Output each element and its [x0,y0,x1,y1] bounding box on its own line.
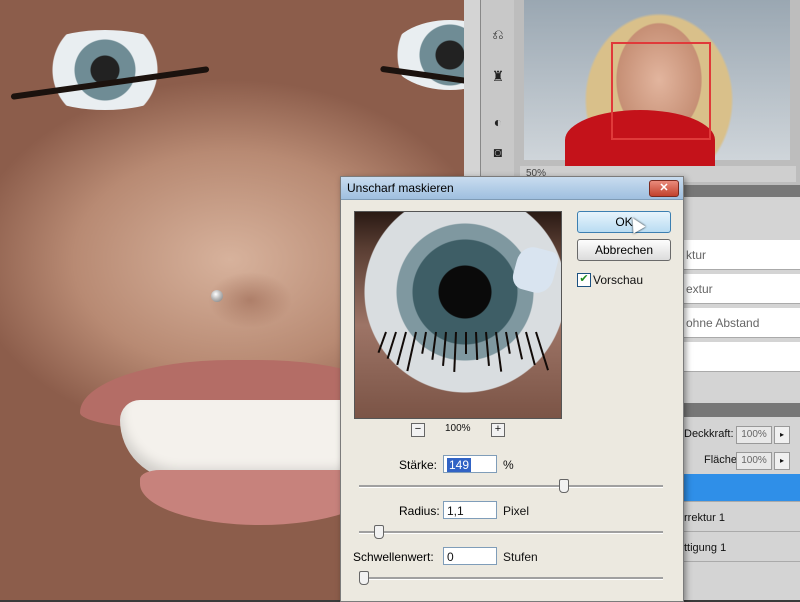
preview-eyelash [485,331,490,366]
burn-tool-icon[interactable]: ◐ [488,112,508,132]
preview-eye-highlight [509,243,561,297]
preview-eyelash [495,331,503,372]
fill-label: Fläche: [704,454,741,466]
preview-zoom-label: 100% [445,423,471,434]
dialog-titlebar[interactable]: Unscharf maskieren ✕ [341,177,683,200]
preview-eyelash [505,331,511,354]
opacity-label: Deckkraft: [684,428,734,440]
preview-eyelash [515,331,524,360]
navigator-view-frame[interactable] [611,42,711,140]
photo-nose-stud [211,290,223,302]
stamp-tool-icon[interactable]: ♜ [488,66,508,86]
opacity-field[interactable]: 100% [736,426,772,444]
photo-eye-left [20,30,190,110]
dialog-title: Unscharf maskieren [347,181,454,195]
amount-unit: % [503,458,514,472]
filter-preview-image[interactable] [354,211,562,419]
preview-eyelash [453,331,457,373]
quickmask-icon[interactable]: ◙ [488,142,508,162]
radius-unit: Pixel [503,504,530,518]
history-item[interactable]: ktur [682,240,800,270]
radius-label: Radius: [399,504,440,518]
history-item[interactable]: ohne Abstand [682,308,800,338]
threshold-slider[interactable] [359,571,663,585]
radius-slider-thumb[interactable] [374,525,384,539]
zoom-in-icon[interactable]: + [491,423,505,437]
layer-row[interactable]: rrektur 1 [682,504,800,532]
cancel-button[interactable]: Abbrechen [577,239,671,261]
preview-eyelash [535,331,549,371]
tool-strip: ⎌ ♜ ◐ ◙ [480,0,516,185]
zoom-out-icon[interactable]: − [411,423,425,437]
checkbox-check-icon[interactable]: ✔ [577,273,591,287]
threshold-unit: Stufen [503,550,538,564]
history-item[interactable] [682,342,800,372]
preview-eyelash [406,331,417,372]
history-brush-icon[interactable]: ⎌ [488,24,508,44]
radius-input[interactable]: 1,1 [443,501,497,519]
threshold-input[interactable]: 0 [443,547,497,565]
radius-slider[interactable] [359,525,663,539]
preview-eyelash [377,331,387,354]
panel-header [682,185,800,197]
preview-checkbox-label: Vorschau [593,273,644,287]
fill-field[interactable]: 100% [736,452,772,470]
preview-eyelash [525,331,536,366]
preview-eyelash [396,331,407,366]
layer-row-selected[interactable] [682,474,800,502]
opacity-row: Deckkraft: 100% ▸ [682,424,800,448]
fill-row: Fläche: 100% ▸ [682,450,800,474]
unsharp-mask-dialog: Unscharf maskieren ✕ − 100% + OK Abbrech… [340,176,684,602]
layer-row[interactable]: ttigung 1 [682,534,800,562]
preview-eyelash [442,331,447,366]
amount-slider[interactable] [359,479,663,493]
amount-input[interactable]: 149 [443,455,497,473]
threshold-label: Schwellenwert: [353,550,434,564]
preview-eyelash [421,331,427,354]
threshold-slider-thumb[interactable] [359,571,369,585]
preview-eyelash [465,332,467,354]
close-icon[interactable]: ✕ [649,180,679,197]
dropdown-arrow-icon[interactable]: ▸ [774,452,790,470]
amount-label: Stärke: [399,458,438,472]
history-item[interactable]: extur [682,274,800,304]
dropdown-arrow-icon[interactable]: ▸ [774,426,790,444]
preview-eyelash [431,331,437,360]
preview-eyelash [475,331,479,361]
panel-header [682,403,800,417]
preview-eyelash [386,331,397,360]
amount-slider-thumb[interactable] [559,479,569,493]
ok-button[interactable]: OK [577,211,671,233]
